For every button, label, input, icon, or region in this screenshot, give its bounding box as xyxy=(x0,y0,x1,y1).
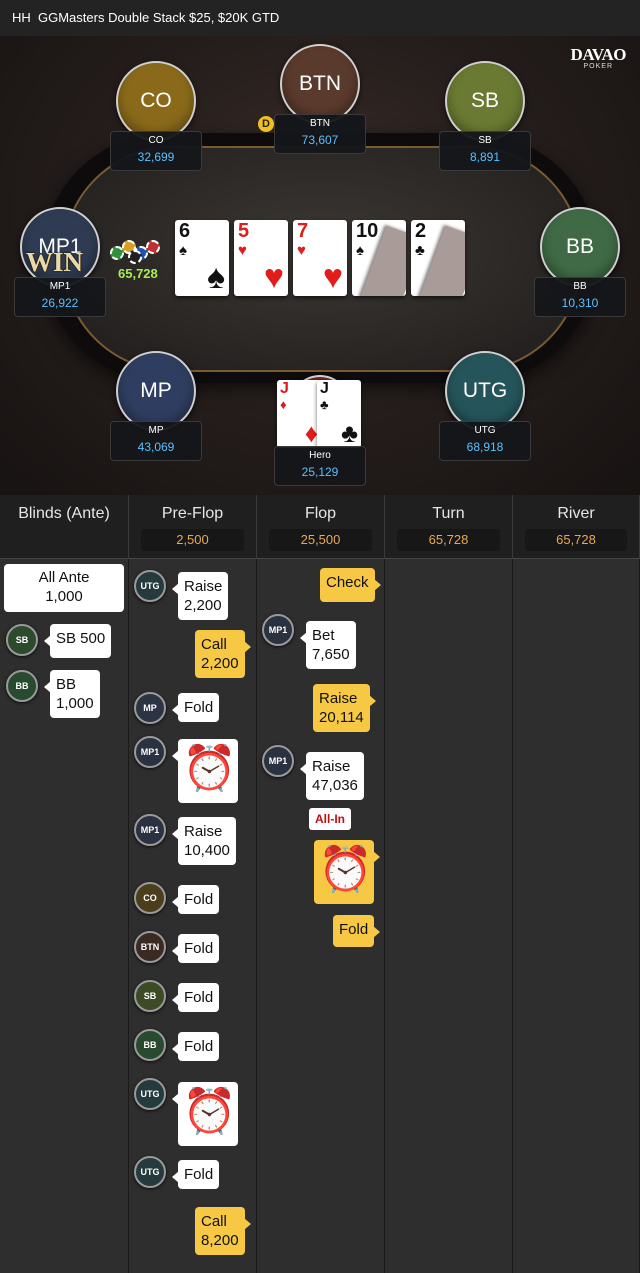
pos-badge-mp: MP xyxy=(134,692,166,724)
hero-action-raise: Raise 20,114 xyxy=(313,684,376,732)
col-header-preflop: Pre-Flop 2,500 xyxy=(129,495,257,559)
seat-bb-name: BB xyxy=(573,281,587,292)
pos-badge-bb: BB xyxy=(134,1029,166,1061)
preflop-pot: 2,500 xyxy=(141,529,244,551)
seat-mp-label: MP xyxy=(140,379,172,402)
pos-badge-btn: BTN xyxy=(134,931,166,963)
seat-co-plate: CO 32,699 xyxy=(110,131,202,171)
col-header-blinds: Blinds (Ante) xyxy=(0,495,129,559)
board-card-4: 10 ♠ xyxy=(352,220,406,296)
all-ante-box: All Ante 1,000 xyxy=(4,564,124,612)
hero-card-2: J ♣ ♣ xyxy=(317,380,361,448)
timebank-alarm-clock-icon: ⏰ xyxy=(172,739,238,803)
pos-badge-co: CO xyxy=(134,882,166,914)
pos-badge-bb: BB xyxy=(6,670,38,702)
dealer-button: D xyxy=(258,116,274,132)
hero-action-check: Check xyxy=(320,568,381,602)
seat-btn-name: BTN xyxy=(310,118,330,129)
sb-blind-bubble: SB 500 xyxy=(43,624,112,658)
seat-sb-plate: SB 8,891 xyxy=(439,131,531,171)
all-in-tag: All-In xyxy=(309,808,351,830)
seat-utg-stack: 68,918 xyxy=(466,440,504,454)
pos-badge-utg: UTG xyxy=(134,1078,166,1110)
hero-action-fold: Fold xyxy=(333,915,381,947)
seat-sb-avatar[interactable]: SB xyxy=(445,61,525,141)
seat-mp-name: MP xyxy=(148,425,164,436)
seat-sb-stack: 8,891 xyxy=(469,150,501,164)
seat-btn-avatar[interactable]: BTN xyxy=(280,44,360,124)
pos-badge-utg: UTG xyxy=(134,1156,166,1188)
seat-utg-avatar[interactable]: UTG xyxy=(445,351,525,431)
action-fold: Fold xyxy=(171,1032,220,1061)
river-pot: 65,728 xyxy=(525,529,627,551)
seat-mp1-stack: 26,922 xyxy=(41,296,79,310)
seat-bb-avatar[interactable]: BB xyxy=(540,207,620,287)
win-badge: WIN xyxy=(26,247,84,277)
chip-stack-icon xyxy=(108,238,168,266)
seat-hero-stack: 25,129 xyxy=(301,465,339,479)
seat-sb-name: SB xyxy=(478,135,492,146)
turn-pot: 65,728 xyxy=(397,529,500,551)
board-card-1: 6 ♠ ♠ xyxy=(175,220,229,296)
action-raise: Raise 10,400 xyxy=(172,817,236,865)
seat-mp-plate: MP 43,069 xyxy=(110,421,202,461)
seat-btn-label: BTN xyxy=(299,72,341,95)
hero-action-call: Call 2,200 xyxy=(195,630,251,678)
seat-bb-plate: BB 10,310 xyxy=(534,277,626,317)
seat-mp1-plate: MP1 26,922 xyxy=(14,277,106,317)
pos-badge-mp1: MP1 xyxy=(262,745,294,777)
action-fold: Fold xyxy=(171,1160,220,1189)
seat-utg-label: UTG xyxy=(462,379,508,402)
flop-pot: 25,500 xyxy=(269,529,372,551)
seat-co-name: CO xyxy=(148,135,164,146)
pos-badge-mp1: MP1 xyxy=(134,814,166,846)
col-header-flop: Flop 25,500 xyxy=(257,495,385,559)
davao-poker-logo: DAVAO POKER xyxy=(570,45,627,70)
action-fold: Fold xyxy=(171,885,220,914)
board-card-3: 7 ♥ ♥ xyxy=(293,220,347,296)
pos-badge-mp1: MP1 xyxy=(134,736,166,768)
seat-bb-stack: 10,310 xyxy=(561,296,599,310)
col-turn xyxy=(385,559,513,1273)
col-blinds xyxy=(0,559,129,1273)
action-fold: Fold xyxy=(171,983,220,1012)
board-card-5: 2 ♣ xyxy=(411,220,465,296)
seat-hero-plate: Hero 25,129 xyxy=(274,446,366,486)
title-bar: HH GGMasters Double Stack $25, $20K GTD xyxy=(0,0,640,36)
action-raise: Raise 47,036 xyxy=(300,752,364,800)
seat-sb-label: SB xyxy=(470,89,499,112)
seat-hero-name: Hero xyxy=(309,450,331,461)
timebank-alarm-clock-icon: ⏰ xyxy=(172,1082,238,1146)
action-bet: Bet 7,650 xyxy=(300,621,356,669)
pos-badge-sb: SB xyxy=(6,624,38,656)
col-header-turn: Turn 65,728 xyxy=(385,495,513,559)
seat-co-stack: 32,699 xyxy=(137,150,175,164)
hero-card-1: J ♦ ♦ xyxy=(277,380,321,448)
pos-badge-utg: UTG xyxy=(134,570,166,602)
seat-co-avatar[interactable]: CO xyxy=(116,61,196,141)
pot-amount: 65,728 xyxy=(118,266,158,281)
hero-action-call: Call 8,200 xyxy=(195,1207,251,1255)
seat-mp-avatar[interactable]: MP xyxy=(116,351,196,431)
hero-timebank-alarm-clock-icon: ⏰ xyxy=(314,840,380,904)
seat-co-label: CO xyxy=(140,89,172,112)
seat-mp1-name: MP1 xyxy=(49,281,71,292)
pos-badge-sb: SB xyxy=(134,980,166,1012)
seat-utg-name: UTG xyxy=(474,425,496,436)
action-fold: Fold xyxy=(171,934,220,963)
board-card-2: 5 ♥ ♥ xyxy=(234,220,288,296)
bb-blind-bubble: BB 1,000 xyxy=(44,670,100,718)
col-river xyxy=(513,559,640,1273)
seat-bb-label: BB xyxy=(565,235,594,258)
pos-badge-mp1: MP1 xyxy=(262,614,294,646)
seat-mp-stack: 43,069 xyxy=(137,440,175,454)
seat-btn-plate: BTN 73,607 xyxy=(274,114,366,154)
action-fold: Fold xyxy=(171,693,220,722)
action-raise: Raise 2,200 xyxy=(171,572,229,620)
hand-history-title: HH GGMasters Double Stack $25, $20K GTD xyxy=(12,10,280,25)
col-header-river: River 65,728 xyxy=(513,495,640,559)
seat-utg-plate: UTG 68,918 xyxy=(439,421,531,461)
seat-btn-stack: 73,607 xyxy=(301,133,339,147)
